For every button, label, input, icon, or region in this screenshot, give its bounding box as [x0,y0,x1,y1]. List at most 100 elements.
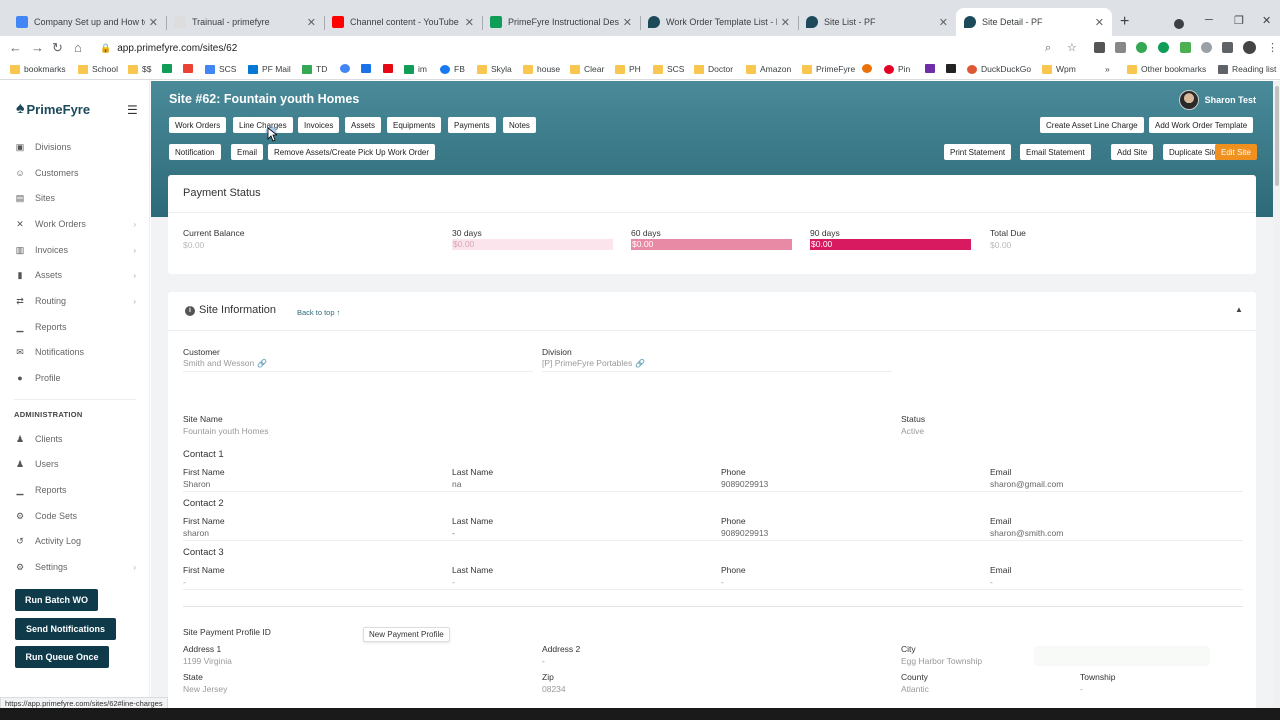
bookmark[interactable]: School [78,64,118,74]
browser-tab-work-order-template[interactable]: Work Order Template List - PF ✕ [640,8,798,36]
bookmark[interactable] [862,64,876,73]
extension-icon[interactable] [1158,42,1169,53]
bookmark[interactable]: Amazon [746,64,791,74]
sidebar-item-code-sets[interactable]: ⚙ Code Sets [14,509,138,523]
division-link[interactable]: [P] PrimeFyre Portables 🔗 [542,358,645,368]
invoices-button[interactable]: Invoices [298,117,340,133]
sidebar-item-users[interactable]: ♟ Users [14,457,138,471]
payments-button[interactable]: Payments [448,117,496,133]
bookmark[interactable]: Pin [884,64,910,74]
address-bar[interactable]: 🔒 app.primefyre.com/sites/62 [100,39,1090,57]
zoom-search-icon[interactable]: ⌕ [1045,41,1051,55]
menu-toggle-icon[interactable]: ☰ [127,103,138,117]
bookmark[interactable]: SCS [205,64,236,74]
bookmark[interactable]: Clear [570,64,604,74]
bookmark[interactable]: Doctor [694,64,733,74]
sidebar-item-reports[interactable]: ▁ Reports [14,320,138,334]
run-queue-once-button[interactable]: Run Queue Once [15,646,109,668]
scrollbar-thumb[interactable] [1275,86,1279,186]
app-logo[interactable]: ♠ PrimeFyre [16,101,90,117]
bookmark[interactable]: PH [615,64,641,74]
bookmark[interactable] [383,64,397,73]
sidebar-item-sites[interactable]: ▤ Sites [14,191,138,205]
close-icon[interactable]: ✕ [939,16,948,29]
extension-icon[interactable] [1180,42,1191,53]
close-icon[interactable]: ✕ [149,16,158,29]
bookmark[interactable]: Skyla [477,64,512,74]
reload-icon[interactable]: ↻ [52,41,63,55]
reading-list[interactable]: Reading list [1218,64,1276,74]
browser-tab-site-detail[interactable]: Site Detail - PF ✕ [956,8,1112,36]
bookmark[interactable] [361,64,375,73]
browser-tab-instructional-design[interactable]: PrimeFyre Instructional Design ✕ [482,8,640,36]
sidebar-item-activity-log[interactable]: ↺ Activity Log [14,534,138,548]
bookmark[interactable] [162,64,176,73]
equipments-button[interactable]: Equipments [387,117,442,133]
extension-icon[interactable] [1094,42,1105,53]
close-icon[interactable]: ✕ [781,16,790,29]
close-icon[interactable]: ✕ [465,16,474,29]
notes-button[interactable]: Notes [503,117,536,133]
edit-site-button[interactable]: Edit Site [1215,144,1257,160]
puzzle-icon[interactable] [1222,42,1233,53]
bookmark[interactable]: im [404,64,427,74]
bookmark[interactable]: bookmarks [10,64,66,74]
run-batch-wo-button[interactable]: Run Batch WO [15,589,98,611]
assets-button[interactable]: Assets [345,117,382,133]
home-icon[interactable]: ⌂ [74,41,82,55]
grammarly-icon[interactable] [1136,42,1147,53]
minimize-icon[interactable]: ─ [1205,14,1213,26]
email-button[interactable]: Email [231,144,264,160]
close-icon[interactable]: ✕ [1095,16,1104,29]
new-payment-profile-tooltip[interactable]: New Payment Profile [363,627,450,642]
sidebar-item-notifications[interactable]: ✉ Notifications [14,345,138,359]
close-icon[interactable]: ✕ [623,16,632,29]
bookmark[interactable]: SCS [653,64,684,74]
add-site-button[interactable]: Add Site [1111,144,1154,160]
send-notifications-button[interactable]: Send Notifications [15,618,116,640]
bookmark[interactable]: TD [302,64,327,74]
bookmark[interactable] [183,64,197,73]
browser-tab-trainual[interactable]: Trainual - primefyre ✕ [166,8,324,36]
sidebar-item-clients[interactable]: ♟ Clients [14,432,138,446]
bookmark[interactable] [340,64,354,73]
customer-link[interactable]: Smith and Wesson 🔗 [183,358,267,368]
sidebar-item-work-orders[interactable]: ✕ Work Orders › [14,217,138,231]
window-close-icon[interactable]: ✕ [1262,14,1271,27]
remove-assets-button[interactable]: Remove Assets/Create Pick Up Work Order [268,144,436,160]
create-asset-line-charge-button[interactable]: Create Asset Line Charge [1040,117,1144,133]
extension-icon[interactable] [1115,42,1126,53]
browser-tab-company-setup[interactable]: Company Set up and How to gu✕ [8,8,166,36]
back-to-top-link[interactable]: Back to top ↑ [297,308,340,317]
profile-menu-icon[interactable] [1174,19,1184,29]
bookmark[interactable]: DuckDuckGo [967,64,1031,74]
close-icon[interactable]: ✕ [307,16,316,29]
avatar-icon[interactable] [1243,41,1256,54]
back-icon[interactable]: ← [9,41,22,55]
kebab-menu-icon[interactable]: ⋮ [1267,41,1278,55]
print-statement-button[interactable]: Print Statement [944,144,1012,160]
collapse-icon[interactable]: ▲ [1235,305,1243,314]
sidebar-item-settings[interactable]: ⚙ Settings › [14,560,138,574]
other-bookmarks[interactable]: Other bookmarks [1127,64,1206,74]
bookmark-star-icon[interactable]: ☆ [1067,41,1077,55]
bookmark[interactable]: FB [440,64,465,74]
browser-tab-youtube[interactable]: Channel content - YouTube Stu✕ [324,8,482,36]
sidebar-item-admin-reports[interactable]: ▁ Reports [14,483,138,497]
bookmark[interactable]: Wpm [1042,64,1076,74]
user-menu[interactable]: Sharon Test [1178,90,1256,110]
sidebar-item-assets[interactable]: ▮ Assets › [14,268,138,282]
extension-icon[interactable] [1201,42,1212,53]
work-orders-button[interactable]: Work Orders [169,117,227,133]
bookmark[interactable] [925,64,939,73]
new-tab-icon[interactable]: + [1120,14,1129,30]
maximize-icon[interactable]: ❐ [1234,14,1244,27]
forward-icon[interactable]: → [31,41,44,55]
sidebar-item-routing[interactable]: ⇄ Routing › [14,294,138,308]
sidebar-item-profile[interactable]: ● Profile [14,371,138,385]
browser-tab-site-list[interactable]: Site List - PF ✕ [798,8,956,36]
sidebar-item-customers[interactable]: ☺ Customers [14,166,138,180]
bookmark[interactable]: $$ [128,64,151,74]
bookmarks-overflow[interactable]: » [1105,64,1110,74]
sidebar-item-divisions[interactable]: ▣ Divisions [14,140,138,154]
